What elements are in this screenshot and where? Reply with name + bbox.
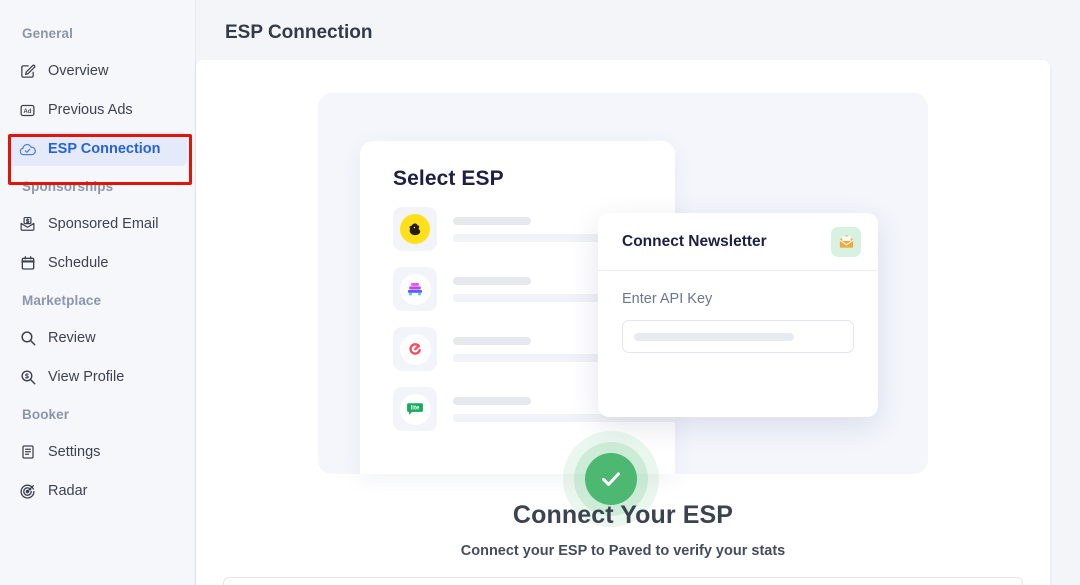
lite-chat-icon: lite: [393, 387, 437, 431]
page-title: ESP Connection: [225, 22, 373, 43]
content-card: Select ESP lite Connect Newsletter Enter…: [196, 60, 1050, 585]
sidebar-item-label: Previous Ads: [48, 102, 133, 118]
sidebar-group-marketplace: Marketplace Review View Profile: [0, 285, 195, 394]
radar-target-icon: [18, 482, 37, 501]
sidebar-item-settings[interactable]: Settings: [8, 435, 187, 469]
pencil-square-icon: [18, 62, 37, 81]
sidebar-group-sponsorships: Sponsorships Sponsored Email Schedule: [0, 171, 195, 280]
sidebar-item-label: Sponsored Email: [48, 216, 159, 232]
sidebar-item-schedule[interactable]: Schedule: [8, 246, 187, 280]
sidebar-item-previous-ads[interactable]: Ad Previous Ads: [8, 93, 187, 127]
connect-newsletter-header: Connect Newsletter: [598, 213, 878, 271]
book-icon: [18, 443, 37, 462]
calendar-icon: [18, 254, 37, 273]
esp-form-panel[interactable]: [223, 577, 1023, 585]
sidebar-item-review[interactable]: Review: [8, 321, 187, 355]
sidebar-group-general: General Overview Ad Previous Ads ESP Con…: [0, 18, 195, 166]
sidebar-item-label: ESP Connection: [48, 141, 161, 157]
magnifier-dollar-icon: [18, 368, 37, 387]
api-key-label: Enter API Key: [622, 291, 713, 307]
sidebar-item-label: Settings: [48, 444, 101, 460]
sidebar-item-view-profile[interactable]: View Profile: [8, 360, 187, 394]
beehiiv-icon: [393, 267, 437, 311]
sidebar-item-label: Schedule: [48, 255, 109, 271]
api-key-input[interactable]: [622, 320, 854, 353]
sidebar-section-general: General: [22, 26, 73, 41]
connect-newsletter-card: Connect Newsletter Enter API Key: [598, 213, 878, 417]
sidebar-group-booker: Booker Settings Radar: [0, 399, 195, 508]
esp-illustration: Select ESP lite Connect Newsletter Enter…: [318, 93, 928, 527]
mailchimp-icon: [393, 207, 437, 251]
sidebar-item-label: Overview: [48, 63, 109, 79]
ad-box-icon: Ad: [18, 101, 37, 120]
sidebar-section-sponsorships: Sponsorships: [22, 179, 114, 194]
app-root: General Overview Ad Previous Ads ESP Con…: [0, 0, 1080, 585]
sidebar: General Overview Ad Previous Ads ESP Con…: [0, 0, 196, 585]
connect-esp-heading: Connect Your ESP: [512, 501, 734, 529]
connect-esp-subheading: Connect your ESP to Paved to verify your…: [460, 543, 786, 559]
sidebar-section-booker: Booker: [22, 407, 70, 422]
sidebar-item-label: Radar: [48, 483, 88, 499]
envelope-icon: [831, 226, 861, 257]
sidebar-item-sponsored-email[interactable]: Sponsored Email: [8, 207, 187, 241]
select-esp-title: Select ESP: [393, 167, 504, 190]
sidebar-item-esp-connection[interactable]: ESP Connection: [8, 132, 187, 166]
envelope-dollar-icon: [18, 215, 37, 234]
sidebar-item-overview[interactable]: Overview: [8, 54, 187, 88]
magnifier-icon: [18, 329, 37, 348]
svg-text:lite: lite: [411, 405, 420, 412]
sidebar-item-radar[interactable]: Radar: [8, 474, 187, 508]
connect-newsletter-title: Connect Newsletter: [622, 232, 767, 250]
convertkit-icon: [393, 327, 437, 371]
sidebar-item-label: Review: [48, 330, 96, 346]
svg-text:Ad: Ad: [24, 108, 32, 114]
sidebar-item-label: View Profile: [48, 369, 125, 385]
sidebar-section-marketplace: Marketplace: [22, 293, 102, 308]
api-key-placeholder-bar: [634, 332, 794, 341]
cloud-check-icon: [18, 140, 37, 159]
connect-newsletter-body: Enter API Key: [598, 271, 878, 353]
